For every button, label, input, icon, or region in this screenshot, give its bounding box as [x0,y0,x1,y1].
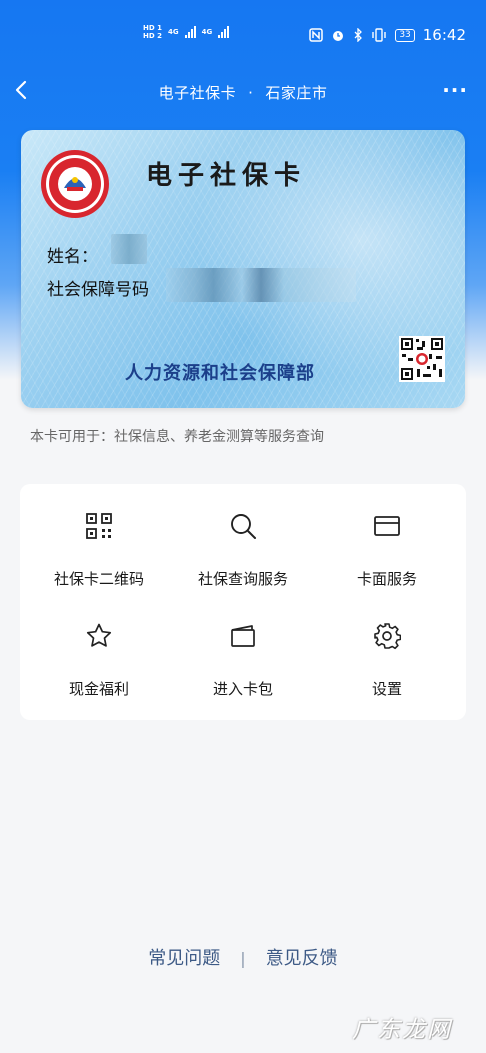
wallet-icon [231,625,255,647]
status-bar: HD 1 HD 2 4G 4G 33 16:42 [0,0,486,70]
holder-name-label: 姓名： [47,247,98,267]
feedback-link[interactable]: 意见反馈 [266,948,338,969]
ssn-label: 社会保障号码 [47,280,149,300]
sim2-label: HD 2 [143,32,162,40]
service-label: 社保查询服务 [197,570,288,588]
card-title: 电子社保卡 [146,161,307,191]
card-usage-note: 本卡可用于：社保信息、养老金测算等服务查询 [30,429,324,445]
service-label: 设置 [371,680,402,698]
service-label: 卡面服务 [356,570,417,588]
services-panel: 社保卡二维码 社保查询服务 卡面服务 现金福利 进入卡包 设置 [20,484,466,720]
watermark: 广东龙网 [352,1017,452,1043]
star-icon [86,623,112,647]
title-separator: · [248,84,254,102]
qrcode-icon [86,513,112,539]
city-selector[interactable]: 石家庄市 [265,84,327,102]
vibrate-icon [372,28,387,42]
alarm-icon [333,31,344,41]
battery-indicator: 33 [395,28,415,42]
bluetooth-icon [354,28,363,42]
nav-bar: 电子社保卡 · 石家庄市 ··· [0,72,486,110]
service-label: 进入卡包 [212,680,273,698]
service-label: 社保卡二维码 [53,570,144,588]
signal-bars-1-icon [184,26,196,38]
nfc-icon [309,28,324,42]
signal-group: HD 1 HD 2 4G 4G [143,24,230,40]
service-qrcode[interactable]: 社保卡二维码 [25,496,173,588]
service-cash-benefit[interactable]: 现金福利 [25,606,173,698]
service-label: 现金福利 [68,680,129,698]
status-right: 33 16:42 [309,26,466,44]
social-security-card[interactable]: 电子社保卡 姓名： 社会保障号码 人力资源和社会保障部 [21,130,465,408]
service-card-wallet[interactable]: 进入卡包 [169,606,317,698]
footer-links: 常见问题 | 意见反馈 [0,944,486,970]
card-qrcode-icon[interactable] [399,336,445,382]
card-issuer: 人力资源和社会保障部 [125,363,315,384]
network-type-2: 4G [201,28,213,36]
card-icon [374,516,400,536]
sim1-label: HD 1 [143,24,162,32]
faq-link[interactable]: 常见问题 [148,948,220,969]
page-title-text: 电子社保卡 [158,84,237,102]
footer-separator: | [240,949,246,968]
search-icon [231,514,256,539]
sim-labels: HD 1 HD 2 [143,24,162,40]
holder-name-masked [111,234,147,264]
more-menu-button[interactable]: ··· [442,78,468,102]
social-security-seal-icon [41,150,109,218]
service-query[interactable]: 社保查询服务 [169,496,317,588]
ssn-masked [166,268,356,302]
page-title: 电子社保卡 · 石家庄市 [0,82,486,103]
clock: 16:42 [422,26,466,44]
service-settings[interactable]: 设置 [313,606,461,698]
service-card-face[interactable]: 卡面服务 [313,496,461,588]
signal-bars-2-icon [218,26,230,38]
network-type-1: 4G [167,28,179,36]
gear-icon [374,623,401,650]
